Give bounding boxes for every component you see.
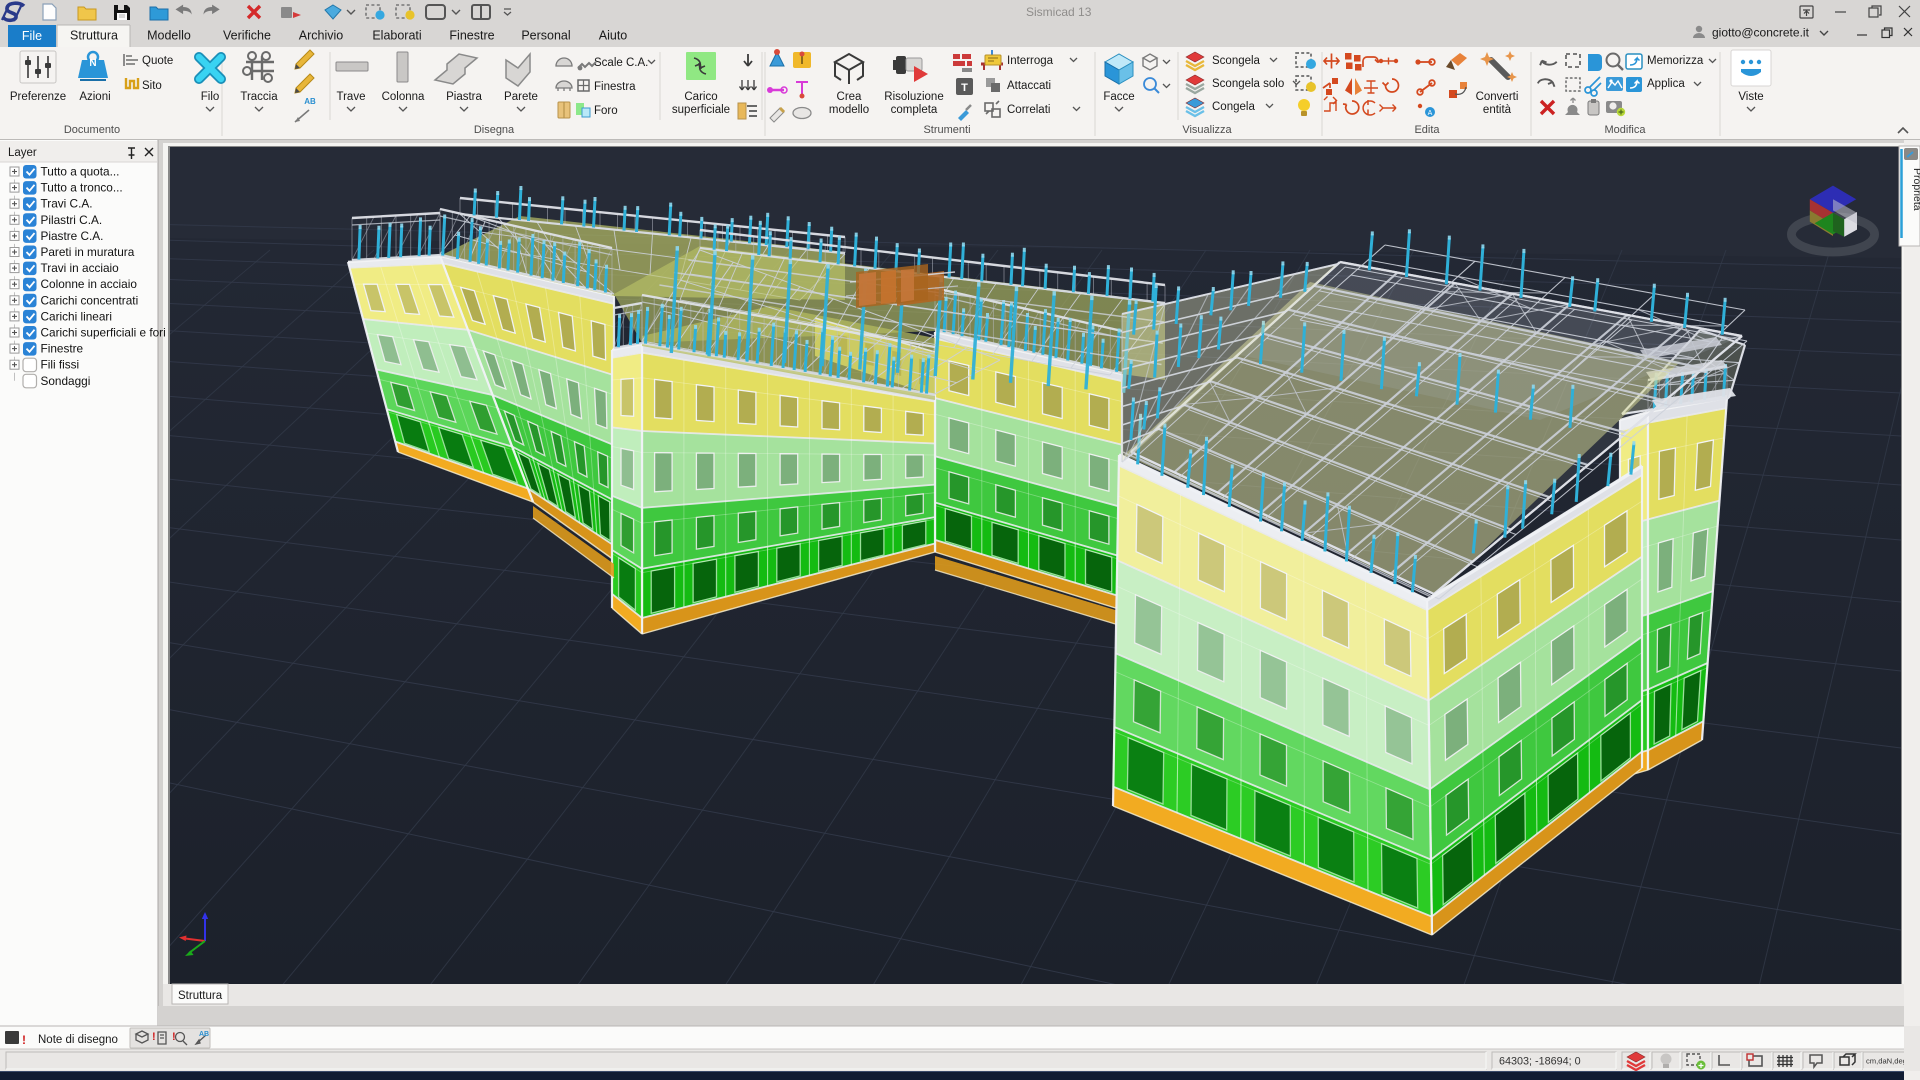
svg-text:AB: AB [304,97,316,106]
svg-text:superficiale: superficiale [672,104,730,116]
svg-text:Scongela: Scongela [1212,55,1261,67]
svg-text:Colonne in acciaio: Colonne in acciaio [41,277,138,291]
svg-text:Crea: Crea [837,91,863,103]
svg-text:Travi in acciaio: Travi in acciaio [41,261,120,275]
svg-text:T: T [961,82,968,94]
svg-text:Elaborati: Elaborati [372,29,421,43]
svg-text:Carico: Carico [684,91,717,103]
svg-text:Filo: Filo [201,91,220,103]
svg-text:Tutto a quota...: Tutto a quota... [41,165,120,179]
svg-text:Travi C.A.: Travi C.A. [41,197,93,211]
svg-text:Modello: Modello [147,29,191,43]
svg-text:modello: modello [829,104,869,116]
svg-text:File: File [22,29,42,43]
svg-text:Note di disegno: Note di disegno [38,1034,118,1046]
svg-text:Scongela solo: Scongela solo [1212,78,1284,90]
svg-text:Preferenze: Preferenze [10,91,66,103]
svg-text:Congela: Congela [1212,101,1255,113]
svg-text:N: N [89,58,96,69]
svg-text:Carichi superficiali e fori: Carichi superficiali e fori [41,326,166,340]
svg-text:!: ! [152,1031,156,1043]
svg-text:Applica: Applica [1647,78,1685,90]
svg-text:Pilastri C.A.: Pilastri C.A. [41,213,103,227]
svg-text:Strumenti: Strumenti [923,124,970,136]
svg-text:Finestre: Finestre [41,342,84,356]
svg-text:Proprietà: Proprietà [1911,168,1920,211]
svg-text:!: ! [172,1031,176,1043]
svg-text:Traccia: Traccia [240,91,278,103]
svg-text:Modifica: Modifica [1605,124,1647,136]
svg-text:Pareti in muratura: Pareti in muratura [41,245,135,259]
svg-text:Colonna: Colonna [382,91,425,103]
svg-text:Sondaggi: Sondaggi [41,374,91,388]
svg-text:Azioni: Azioni [79,91,110,103]
svg-text:Quote: Quote [142,55,173,67]
svg-text:Aiuto: Aiuto [599,29,628,43]
svg-text:Memorizza: Memorizza [1647,55,1704,67]
svg-text:Personal: Personal [521,29,570,43]
svg-text:giotto@concrete.it: giotto@concrete.it [1712,26,1810,40]
svg-text:Sito: Sito [142,80,162,92]
svg-text:Scale C.A.: Scale C.A. [594,57,648,69]
svg-text:Tutto a tronco...: Tutto a tronco... [41,181,123,195]
svg-text:Attaccati: Attaccati [1007,80,1051,92]
svg-text:Fili fissi: Fili fissi [41,358,80,372]
svg-text:Documento: Documento [64,124,120,136]
svg-text:Finestra: Finestra [594,81,636,93]
svg-text:A: A [1428,110,1433,117]
svg-text:Finestre: Finestre [449,29,494,43]
svg-text:Layer: Layer [8,147,37,159]
svg-text:Archivio: Archivio [299,29,344,43]
svg-text:Facce: Facce [1103,91,1134,103]
svg-text:Parete: Parete [504,91,538,103]
svg-text:Trave: Trave [337,91,366,103]
svg-text:Carichi lineari: Carichi lineari [41,309,112,323]
svg-text:!: ! [22,1033,26,1047]
svg-text:entità: entità [1483,104,1512,116]
svg-text:Converti: Converti [1476,91,1519,103]
svg-text:64303; -18694; 0: 64303; -18694; 0 [1499,1056,1581,1068]
svg-text:Carichi concentrati: Carichi concentrati [41,293,139,307]
svg-text:Piastre C.A.: Piastre C.A. [41,229,104,243]
svg-text:Correlati: Correlati [1007,104,1050,116]
svg-text:completa: completa [891,104,938,116]
svg-text:Viste: Viste [1738,91,1763,103]
svg-text:Risoluzione: Risoluzione [884,91,943,103]
svg-text:Foro: Foro [594,105,618,117]
svg-text:Disegna: Disegna [474,124,515,136]
svg-text:Verifiche: Verifiche [223,29,271,43]
svg-text:Edita: Edita [1414,124,1440,136]
svg-text:Sismicad 13: Sismicad 13 [1026,5,1092,19]
svg-text:Struttura: Struttura [70,29,118,43]
svg-text:Visualizza: Visualizza [1182,124,1232,136]
svg-text:Interroga: Interroga [1007,55,1054,67]
svg-text:AB: AB [199,1031,209,1038]
svg-text:Struttura: Struttura [178,990,223,1002]
svg-text:Piastra: Piastra [446,91,482,103]
